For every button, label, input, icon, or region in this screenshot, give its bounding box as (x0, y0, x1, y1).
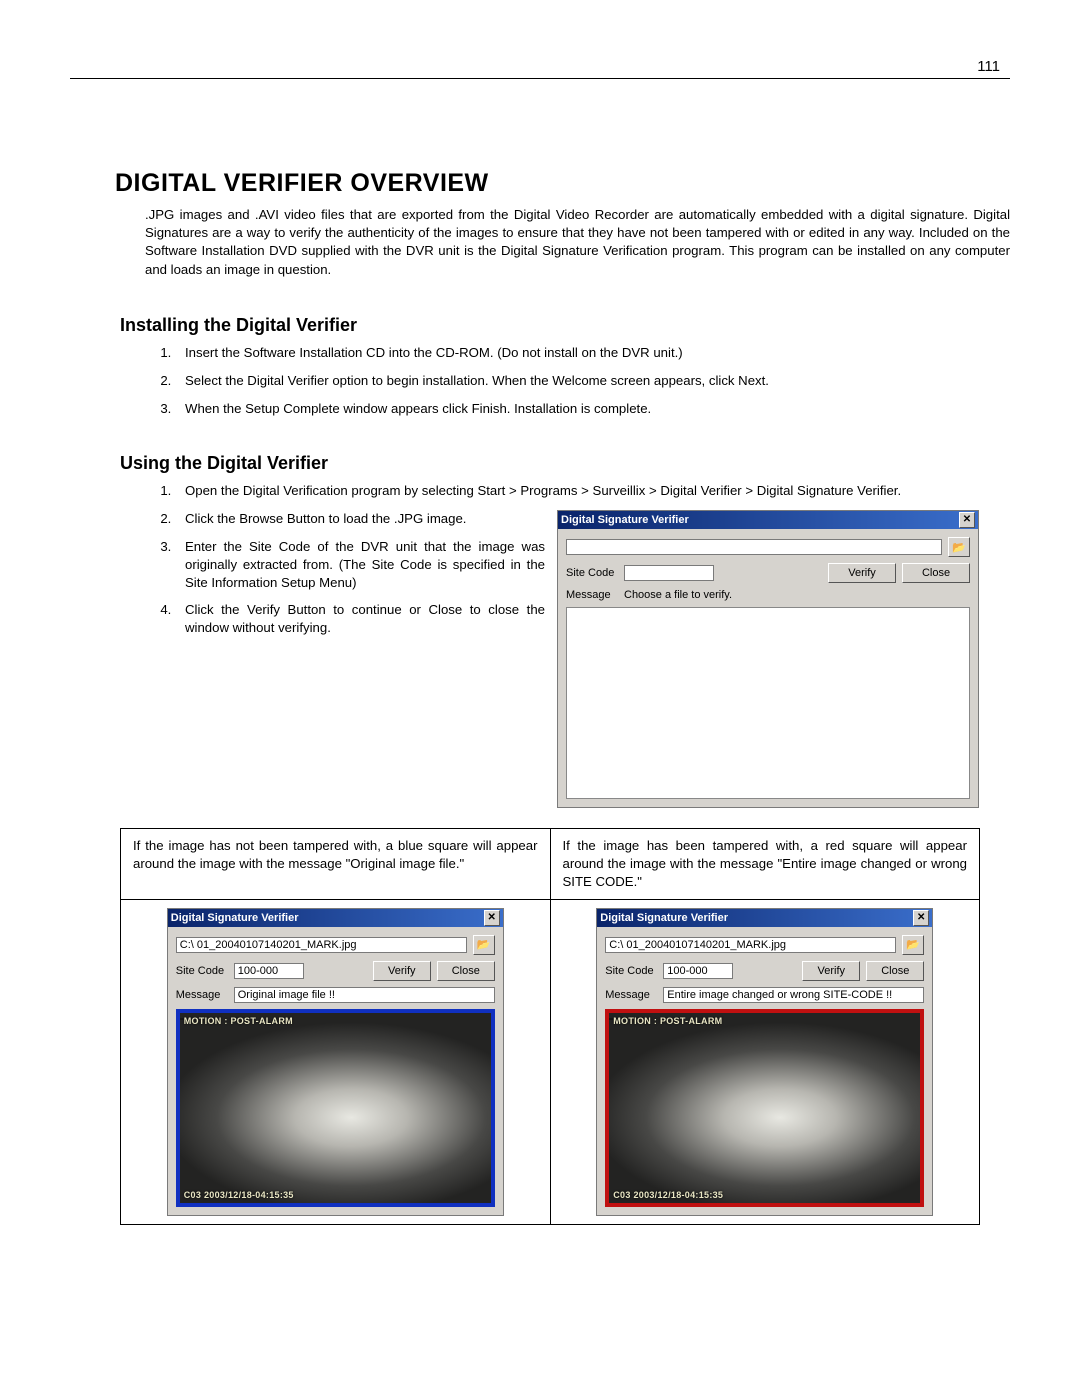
close-button[interactable]: Close (902, 563, 970, 583)
site-code-input[interactable]: 100-000 (234, 963, 304, 979)
close-button[interactable]: Close (437, 961, 495, 981)
file-path-input[interactable]: C:\ 01_20040107140201_MARK.jpg (605, 937, 896, 953)
message-value: Original image file !! (234, 987, 495, 1003)
verifier-dialog-valid: Digital Signature Verifier ✕ C:\ 01_2004… (167, 908, 504, 1216)
installing-heading: Installing the Digital Verifier (120, 315, 1010, 336)
list-item: Select the Digital Verifier option to be… (175, 372, 1010, 390)
browse-icon[interactable]: 📂 (948, 537, 970, 557)
message-label: Message (566, 589, 618, 601)
list-item: Enter the Site Code of the DVR unit that… (175, 538, 545, 591)
close-button[interactable]: Close (866, 961, 924, 981)
dialog-title: Digital Signature Verifier (561, 514, 689, 526)
overlay-top: MOTION : POST-ALARM (184, 1016, 293, 1026)
message-label: Message (605, 989, 657, 1001)
overlay-top: MOTION : POST-ALARM (613, 1016, 722, 1026)
page-title: DIGITAL VERIFIER OVERVIEW (115, 169, 1010, 198)
close-icon[interactable]: ✕ (913, 910, 929, 926)
dialog-title: Digital Signature Verifier (171, 912, 299, 924)
using-heading: Using the Digital Verifier (120, 453, 1010, 474)
verify-button[interactable]: Verify (373, 961, 431, 981)
preview-valid: MOTION : POST-ALARM C03 2003/12/18-04:15… (176, 1009, 495, 1207)
close-icon[interactable]: ✕ (484, 910, 500, 926)
list-item: Open the Digital Verification program by… (175, 482, 1010, 500)
verify-button[interactable]: Verify (828, 563, 896, 583)
verifier-dialog-invalid: Digital Signature Verifier ✕ C:\ 01_2004… (596, 908, 933, 1216)
document-page: 111 DIGITAL VERIFIER OVERVIEW .JPG image… (0, 0, 1080, 1397)
close-icon[interactable]: ✕ (959, 512, 975, 528)
site-code-label: Site Code (176, 965, 228, 977)
file-path-input[interactable] (566, 539, 942, 555)
file-path-input[interactable]: C:\ 01_20040107140201_MARK.jpg (176, 937, 467, 953)
site-code-label: Site Code (566, 567, 618, 579)
compare-left-desc: If the image has not been tampered with,… (121, 829, 551, 899)
message-label: Message (176, 989, 228, 1001)
site-code-label: Site Code (605, 965, 657, 977)
comparison-table: If the image has not been tampered with,… (120, 828, 980, 1224)
installing-steps: Insert the Software Installation CD into… (145, 344, 1010, 417)
list-item: Click the Browse Button to load the .JPG… (175, 510, 545, 528)
browse-icon[interactable]: 📂 (473, 935, 495, 955)
intro-paragraph: .JPG images and .AVI video files that ar… (145, 206, 1010, 279)
dialog-titlebar[interactable]: Digital Signature Verifier ✕ (168, 909, 503, 927)
dialog-titlebar[interactable]: Digital Signature Verifier ✕ (597, 909, 932, 927)
preview-invalid: MOTION : POST-ALARM C03 2003/12/18-04:15… (605, 1009, 924, 1207)
list-item: When the Setup Complete window appears c… (175, 400, 1010, 418)
page-number: 111 (977, 58, 1000, 75)
using-steps-top: Open the Digital Verification program by… (145, 482, 1010, 500)
compare-right-desc: If the image has been tampered with, a r… (550, 829, 980, 899)
dialog-title: Digital Signature Verifier (600, 912, 728, 924)
dialog-titlebar[interactable]: Digital Signature Verifier ✕ (558, 511, 978, 529)
site-code-input[interactable] (624, 565, 714, 581)
overlay-bottom: C03 2003/12/18-04:15:35 (184, 1190, 294, 1200)
message-value: Entire image changed or wrong SITE-CODE … (663, 987, 924, 1003)
list-item: Click the Verify Button to continue or C… (175, 601, 545, 637)
list-item: Insert the Software Installation CD into… (175, 344, 1010, 362)
header-rule (70, 78, 1010, 79)
message-value: Choose a file to verify. (624, 589, 732, 601)
using-steps-side: Click the Browse Button to load the .JPG… (145, 510, 545, 637)
verifier-dialog: Digital Signature Verifier ✕ 📂 Site Code… (557, 510, 979, 808)
site-code-input[interactable]: 100-000 (663, 963, 733, 979)
preview-area (566, 607, 970, 799)
verify-button[interactable]: Verify (802, 961, 860, 981)
overlay-bottom: C03 2003/12/18-04:15:35 (613, 1190, 723, 1200)
browse-icon[interactable]: 📂 (902, 935, 924, 955)
